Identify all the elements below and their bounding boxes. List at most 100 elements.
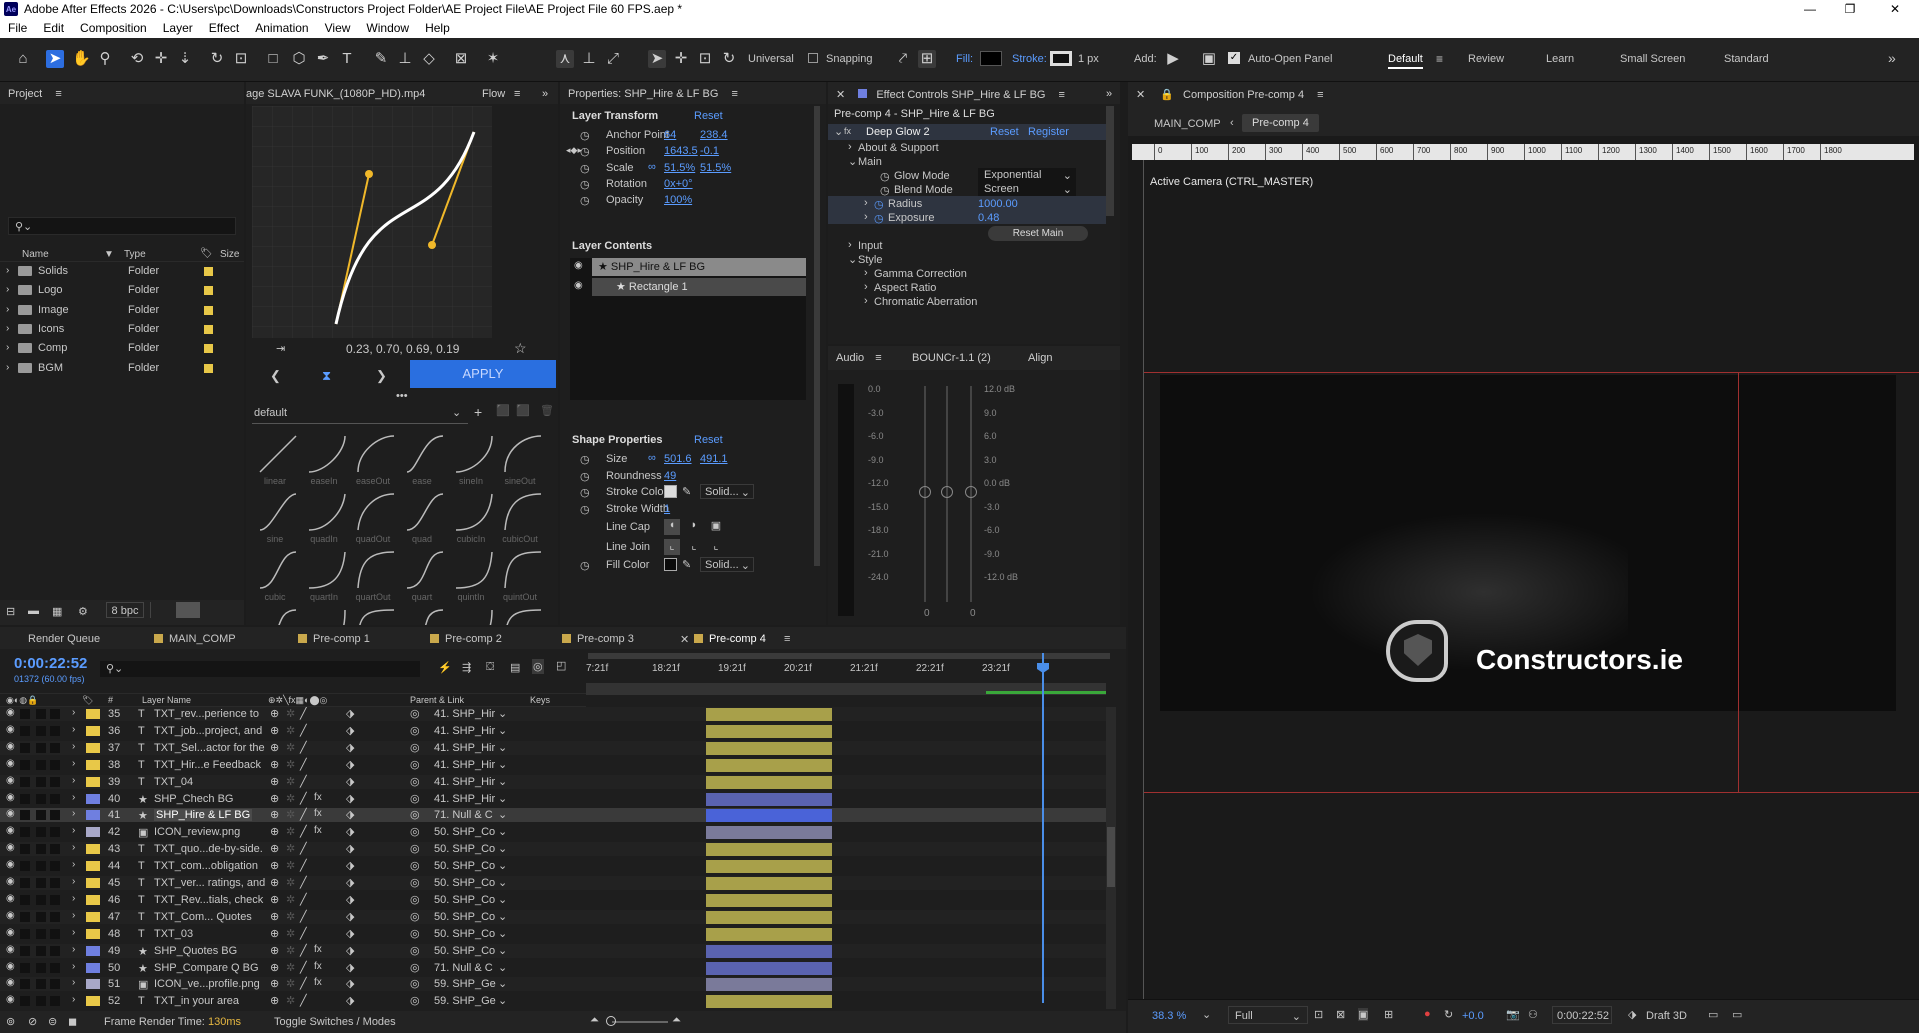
layer-duration-bar[interactable] (706, 758, 832, 772)
panel-overflow-icon[interactable]: » (1106, 88, 1112, 100)
eye-icon[interactable]: ◉ (6, 724, 15, 735)
interpret-footage-icon[interactable]: ⊟ (6, 605, 15, 618)
style-group[interactable]: Style (858, 254, 882, 266)
audio-tab[interactable]: Audio (836, 352, 864, 364)
label-color-swatch[interactable] (86, 844, 100, 855)
expand-chevron-icon[interactable]: › (72, 825, 75, 836)
label-color-swatch[interactable] (86, 928, 100, 939)
breadcrumb-precomp-4[interactable]: Pre-comp 4 (1242, 114, 1319, 132)
layer-name[interactable]: TXT_job...project, and (154, 725, 262, 737)
ease-preset-ease[interactable]: ease (399, 432, 445, 488)
expand-chevron-icon[interactable]: › (72, 724, 75, 735)
pickwhip-icon[interactable]: ◎ (410, 825, 420, 838)
menu-window[interactable]: Window (358, 21, 417, 35)
panel-menu-icon[interactable]: ≡ (514, 88, 520, 100)
chevron-down-icon[interactable]: ⌄ (498, 944, 507, 957)
layer-name[interactable]: TXT_Sel...actor for the (154, 742, 265, 754)
current-timecode[interactable]: 0:00:22:52 (14, 655, 87, 672)
layer-duration-bar[interactable] (706, 724, 832, 738)
tab-precomp-4[interactable]: Pre-comp 4 (694, 633, 766, 645)
mask-visibility-icon[interactable]: ▣ (1358, 1008, 1369, 1021)
type-tool-icon[interactable]: T (338, 50, 356, 68)
style-select[interactable]: Solid... ⌄ (700, 557, 754, 572)
expand-chevron-icon[interactable]: › (72, 910, 75, 921)
transform-value-2[interactable]: -0.1 (700, 145, 719, 157)
parent-link-value[interactable]: 59. SHP_Ge (434, 978, 496, 990)
chevron-down-icon[interactable]: ⌄ (498, 859, 507, 872)
quality-slash-icon[interactable]: ╱ (300, 808, 307, 821)
layer-duration-bar[interactable] (706, 910, 832, 924)
lock-toggle[interactable] (50, 742, 60, 753)
quality-switch-icon[interactable]: ✲ (286, 792, 295, 805)
layer-duration-bar[interactable] (706, 961, 832, 975)
quality-slash-icon[interactable]: ╱ (300, 792, 307, 805)
collapse-switch-icon[interactable]: ⊕ (270, 724, 279, 737)
shape-value-2[interactable]: 491.1 (700, 453, 728, 465)
maximize-button[interactable]: ❐ (1830, 0, 1870, 18)
roto-brush-tool-icon[interactable]: ⊠ (452, 50, 470, 68)
glow-mode-select[interactable]: Exponential ⌄ (978, 168, 1076, 182)
chevron-down-icon[interactable]: ⌄ (498, 758, 507, 771)
ease-preset-quartOut[interactable]: quartOut (350, 548, 396, 604)
collapse-chevron-icon[interactable]: ⌄ (848, 155, 857, 168)
solo-toggle[interactable] (36, 709, 46, 719)
expand-chevron-icon[interactable]: › (6, 284, 9, 295)
home-icon[interactable]: ⌂ (14, 50, 32, 68)
workspace-default[interactable]: Default (1388, 53, 1423, 69)
transform-value-1[interactable]: 51.5% (664, 162, 695, 174)
toggle-switches-modes[interactable]: Toggle Switches / Modes (274, 1016, 396, 1028)
zoom-in-icon[interactable]: ⏶ (672, 1014, 681, 1027)
more-options-icon[interactable]: ••• (396, 390, 408, 402)
quality-slash-icon[interactable]: ╱ (300, 707, 307, 720)
3d-layer-icon[interactable]: ⬗ (346, 961, 354, 974)
workspace-learn[interactable]: Learn (1546, 53, 1574, 65)
fx-icon[interactable]: fx (314, 792, 322, 803)
label-color-swatch[interactable] (86, 709, 100, 719)
project-settings-icon[interactable]: ⚙ (78, 605, 88, 618)
label-color-swatch[interactable] (86, 776, 100, 787)
expand-chevron-icon[interactable]: › (6, 342, 9, 353)
table-row[interactable]: ◉ › 50 ★ SHP_Compare Q BG ⊕ ✲ ╱ fx ⬗ ◎ 71. Null & C… (0, 960, 1106, 975)
layer-duration-bar[interactable] (706, 708, 832, 721)
col-layer-name[interactable]: Layer Name (142, 695, 191, 705)
new-folder-icon[interactable]: ▬ (28, 605, 39, 617)
timeline-zoom-slider[interactable] (612, 1021, 668, 1023)
effect-reset-link[interactable]: Reset (990, 126, 1019, 138)
parent-link-value[interactable]: 59. SHP_Ge (434, 995, 496, 1007)
eye-icon[interactable]: ◉ (6, 792, 15, 803)
solo-toggle[interactable] (36, 742, 46, 753)
label-color-swatch[interactable] (86, 996, 100, 1007)
fx-icon[interactable]: fx (844, 126, 851, 136)
solo-toggle[interactable] (36, 776, 46, 787)
label-color-swatch[interactable] (86, 979, 100, 990)
pickwhip-icon[interactable]: ◎ (410, 994, 420, 1007)
orbit-tool-icon[interactable]: ⟲ (128, 50, 146, 68)
eye-icon[interactable]: ◉ (6, 775, 15, 786)
quality-switch-icon[interactable]: ✲ (286, 808, 295, 821)
collapse-switch-icon[interactable]: ⊕ (270, 994, 279, 1007)
expand-chevron-icon[interactable]: › (72, 741, 75, 752)
parent-link-value[interactable]: 50. SHP_Co (434, 894, 495, 906)
3d-view-icon[interactable]: ▭ (1732, 1008, 1742, 1021)
stopwatch-icon[interactable]: ◷ (580, 178, 590, 191)
ease-preset-sineOut[interactable]: sineOut (497, 432, 543, 488)
chevron-down-icon[interactable]: ⌄ (498, 707, 507, 720)
stopwatch-icon[interactable]: ◷ (580, 129, 590, 142)
3d-layer-icon[interactable]: ⬗ (346, 876, 354, 889)
collapse-switch-icon[interactable]: ⊕ (270, 758, 279, 771)
collapse-switch-icon[interactable]: ⊕ (270, 859, 279, 872)
lock-toggle[interactable] (50, 776, 60, 787)
snapping-label[interactable]: Snapping (826, 53, 873, 65)
layer-duration-bar[interactable] (706, 978, 832, 992)
expand-chevron-icon[interactable]: › (864, 281, 868, 293)
color-channels-icon[interactable]: ● (1424, 1008, 1431, 1020)
stopwatch-icon[interactable]: ◷ (580, 559, 590, 572)
pen-tool-icon[interactable]: ✒ (314, 50, 332, 68)
constrain-link-icon[interactable]: ∞ (648, 161, 656, 173)
solo-toggle[interactable] (36, 962, 46, 973)
parent-link-value[interactable]: 41. SHP_Hir (434, 708, 495, 720)
eye-icon[interactable]: ◉ (6, 977, 15, 988)
ease-preset-cubic[interactable]: cubic (252, 548, 298, 604)
save-preset-icon[interactable]: ⬛ (496, 404, 510, 417)
expand-chevron-icon[interactable]: › (72, 977, 75, 988)
